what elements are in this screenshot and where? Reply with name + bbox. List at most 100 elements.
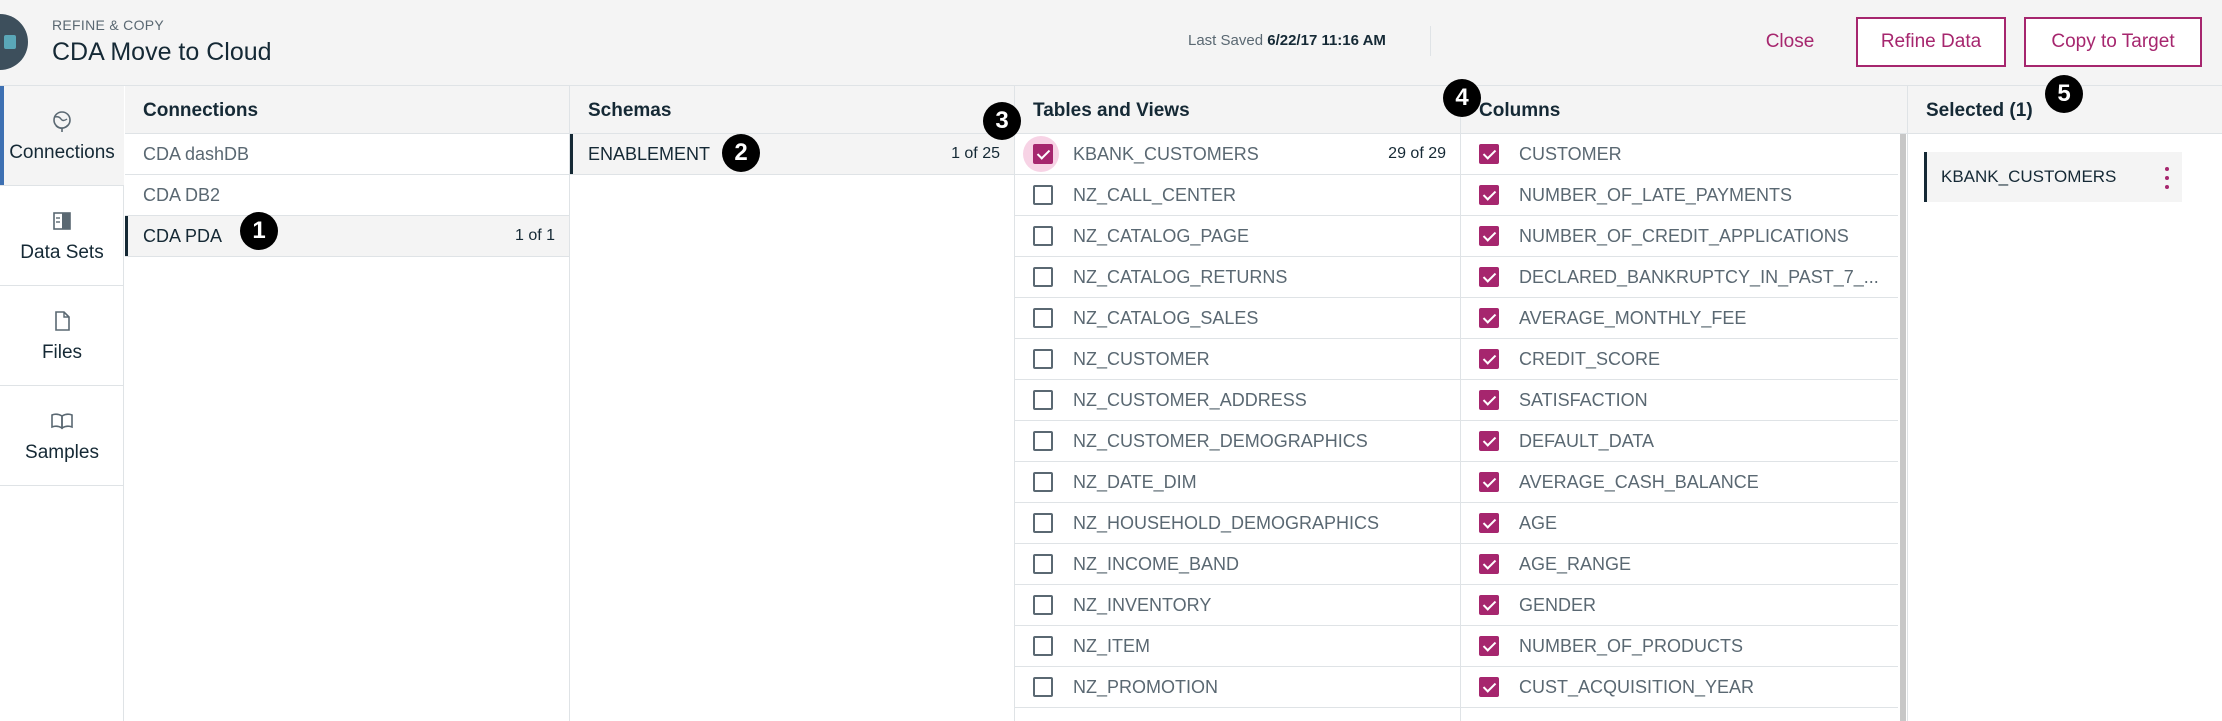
checkbox[interactable]	[1479, 472, 1499, 492]
checkbox[interactable]	[1033, 267, 1053, 287]
checkbox[interactable]	[1479, 226, 1499, 246]
schema-label: ENABLEMENT	[588, 143, 711, 164]
checkbox[interactable]	[1479, 431, 1499, 451]
column-row-label: CREDIT_SCORE	[1519, 348, 1661, 369]
checkbox[interactable]	[1033, 185, 1053, 205]
table-row[interactable]: NZ_INCOME_BAND	[1015, 544, 1460, 585]
checkbox[interactable]	[1033, 472, 1053, 492]
selected-item[interactable]: KBANK_CUSTOMERS	[1924, 152, 2182, 202]
checkbox[interactable]	[1479, 308, 1499, 328]
schema-item-selected[interactable]: ENABLEMENT 1 of 25	[570, 134, 1014, 175]
step-marker-2: 2	[722, 134, 760, 172]
table-row[interactable]: KBANK_CUSTOMERS 29 of 29	[1015, 134, 1460, 175]
column-row[interactable]: NUMBER_OF_LATE_PAYMENTS	[1461, 175, 1898, 216]
nav-item-connections[interactable]: Connections	[0, 86, 124, 186]
column-row[interactable]: DECLARED_BANKRUPTCY_IN_PAST_7_...	[1461, 257, 1898, 298]
checkbox[interactable]	[1033, 226, 1053, 246]
column-row[interactable]: NUMBER_OF_CREDIT_APPLICATIONS	[1461, 216, 1898, 257]
column-row-label: SATISFACTION	[1519, 389, 1648, 410]
connection-item[interactable]: CDA DB2	[125, 175, 569, 216]
checkbox[interactable]	[1479, 636, 1499, 656]
last-saved: Last Saved 6/22/17 11:16 AM	[1188, 32, 1386, 49]
checkbox[interactable]	[1479, 677, 1499, 697]
column-row[interactable]: DEFAULT_DATA	[1461, 421, 1898, 462]
table-row-label: NZ_HOUSEHOLD_DEMOGRAPHICS	[1073, 512, 1380, 533]
connection-label: CDA dashDB	[143, 143, 250, 164]
left-nav: Connections Data Sets Files Samples	[0, 86, 124, 721]
columns-title: Columns	[1479, 100, 1561, 121]
refine-data-button[interactable]: Refine Data	[1856, 17, 2006, 67]
close-button[interactable]: Close	[1748, 17, 1832, 67]
column-row[interactable]: GENDER	[1461, 585, 1898, 626]
connections-panel: Connections CDA dashDB CDA DB2 CDA PDA 1 …	[125, 86, 570, 721]
nav-item-samples[interactable]: Samples	[0, 386, 124, 486]
table-row-label: NZ_CATALOG_PAGE	[1073, 225, 1250, 246]
table-row-label: NZ_CATALOG_RETURNS	[1073, 266, 1288, 287]
column-row[interactable]: NUMBER_OF_PRODUCTS	[1461, 626, 1898, 667]
column-row-label: AGE	[1519, 512, 1558, 533]
table-row[interactable]: NZ_ITEM	[1015, 626, 1460, 667]
checkbox[interactable]	[1033, 349, 1053, 369]
checkbox[interactable]	[1033, 595, 1053, 615]
last-saved-label: Last Saved	[1188, 32, 1264, 49]
file-icon	[49, 308, 75, 334]
table-row[interactable]: NZ_CUSTOMER	[1015, 339, 1460, 380]
column-row[interactable]: AVERAGE_CASH_BALANCE	[1461, 462, 1898, 503]
nav-item-files[interactable]: Files	[0, 286, 124, 386]
schemas-panel: Schemas ENABLEMENT 1 of 25	[570, 86, 1015, 721]
checkbox[interactable]	[1033, 144, 1053, 164]
column-row[interactable]: AVERAGE_MONTHLY_FEE	[1461, 298, 1898, 339]
table-row-label: NZ_PROMOTION	[1073, 676, 1219, 697]
column-row[interactable]: SATISFACTION	[1461, 380, 1898, 421]
checkbox[interactable]	[1479, 144, 1499, 164]
copy-to-target-button[interactable]: Copy to Target	[2024, 17, 2202, 67]
step-marker-4: 4	[1443, 79, 1481, 117]
connection-count: 1 of 1	[514, 227, 555, 244]
checkbox[interactable]	[1033, 554, 1053, 574]
checkbox[interactable]	[1479, 267, 1499, 287]
table-row-label: NZ_CATALOG_SALES	[1073, 307, 1259, 328]
connection-item-selected[interactable]: CDA PDA 1 of 1	[125, 216, 569, 257]
step-marker-3: 3	[983, 102, 1021, 140]
column-row[interactable]: AGE_RANGE	[1461, 544, 1898, 585]
column-row[interactable]: CUSTOMER	[1461, 134, 1898, 175]
checkbox[interactable]	[1479, 513, 1499, 533]
table-row[interactable]: NZ_CUSTOMER_ADDRESS	[1015, 380, 1460, 421]
table-row[interactable]: NZ_INVENTORY	[1015, 585, 1460, 626]
checkbox[interactable]	[1033, 431, 1053, 451]
checkbox[interactable]	[1479, 349, 1499, 369]
nav-item-data-sets[interactable]: Data Sets	[0, 186, 124, 286]
column-row[interactable]: AGE	[1461, 503, 1898, 544]
column-row-label: GENDER	[1519, 594, 1597, 615]
column-row-label: AVERAGE_MONTHLY_FEE	[1519, 307, 1747, 328]
column-row[interactable]: CREDIT_SCORE	[1461, 339, 1898, 380]
columns-scrollbar-thumb[interactable]	[1900, 134, 1906, 721]
tables-panel: Tables and Views KBANK_CUSTOMERS 29 of 29…	[1015, 86, 1461, 721]
table-row[interactable]: NZ_PROMOTION	[1015, 667, 1460, 708]
table-row-label: KBANK_CUSTOMERS	[1073, 143, 1259, 164]
checkbox[interactable]	[1033, 308, 1053, 328]
table-row[interactable]: NZ_HOUSEHOLD_DEMOGRAPHICS	[1015, 503, 1460, 544]
column-row[interactable]: CUST_ACQUISITION_YEAR	[1461, 667, 1898, 708]
selected-panel: Selected (1) KBANK_CUSTOMERS	[1908, 86, 2222, 721]
tables-header: Tables and Views	[1015, 86, 1460, 134]
checkbox[interactable]	[1033, 390, 1053, 410]
column-row-label: CUSTOMER	[1519, 143, 1622, 164]
checkbox[interactable]	[1033, 513, 1053, 533]
checkbox[interactable]	[1033, 677, 1053, 697]
overflow-menu-icon[interactable]	[2164, 167, 2170, 189]
table-row[interactable]: NZ_CATALOG_PAGE	[1015, 216, 1460, 257]
checkbox[interactable]	[1479, 554, 1499, 574]
checkbox[interactable]	[1479, 185, 1499, 205]
checkbox[interactable]	[1033, 636, 1053, 656]
table-row[interactable]: NZ_CATALOG_SALES	[1015, 298, 1460, 339]
table-row[interactable]: NZ_DATE_DIM	[1015, 462, 1460, 503]
header-divider	[1430, 26, 1431, 56]
checkbox[interactable]	[1479, 595, 1499, 615]
table-row[interactable]: NZ_CUSTOMER_DEMOGRAPHICS	[1015, 421, 1460, 462]
connection-item[interactable]: CDA dashDB	[125, 134, 569, 175]
table-row[interactable]: NZ_CALL_CENTER	[1015, 175, 1460, 216]
checkbox[interactable]	[1479, 390, 1499, 410]
table-row-label: NZ_DATE_DIM	[1073, 471, 1197, 492]
table-row[interactable]: NZ_CATALOG_RETURNS	[1015, 257, 1460, 298]
